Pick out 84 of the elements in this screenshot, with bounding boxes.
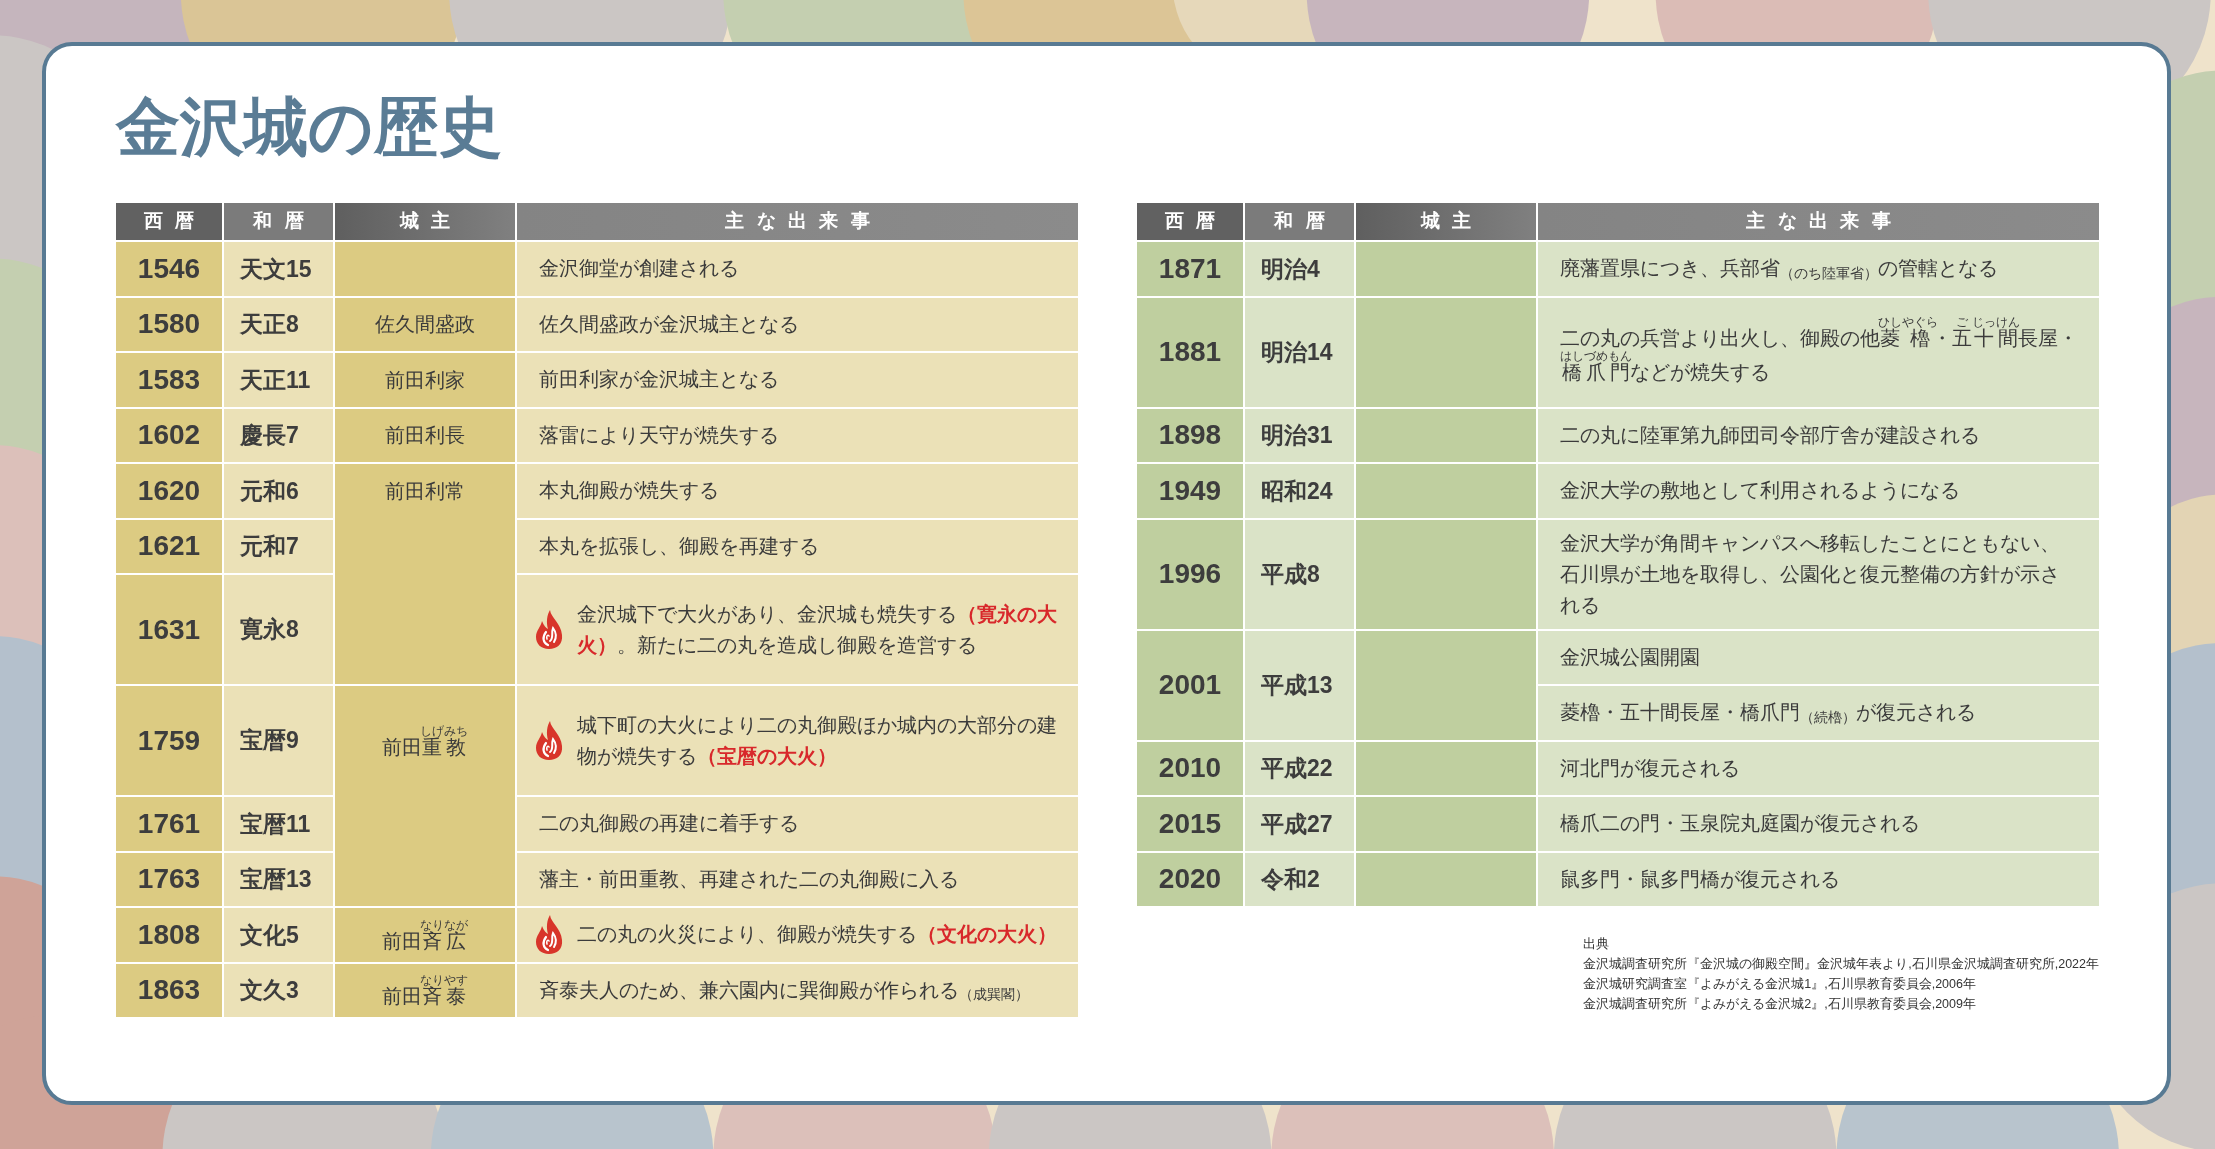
year-cell: 1898 bbox=[1137, 408, 1243, 462]
event-text: 前田利家が金沢城主となる bbox=[539, 367, 780, 393]
castellan-name: 前田斉 なり 泰 やす bbox=[382, 974, 468, 1010]
era-cell: 天文15 bbox=[224, 242, 333, 296]
column-header: 城主 bbox=[1356, 203, 1536, 240]
era-cell: 慶長7 bbox=[224, 408, 333, 462]
era-cell: 明治14 bbox=[1245, 297, 1354, 407]
year-cell: 1546 bbox=[116, 242, 222, 296]
year-cell: 1871 bbox=[1137, 242, 1243, 296]
era-cell: 平成8 bbox=[1245, 519, 1354, 629]
column-header: 和暦 bbox=[224, 203, 333, 240]
column-header: 城主 bbox=[335, 203, 515, 240]
event-text: 金沢大学の敷地として利用されるようになる bbox=[1560, 478, 1961, 504]
column-header: 西暦 bbox=[116, 203, 222, 240]
source-citation: 金沢城調査研究所『よみがえる金沢城2』,石川県教育委員会,2009年 bbox=[1583, 996, 1976, 1013]
event-text: 斉泰夫人のため、兼六園内に巽御殿が作られる$_{（成巽閣）}$ bbox=[539, 977, 1030, 1005]
year-cell: 1761 bbox=[116, 797, 222, 851]
era-cell: 天正8 bbox=[224, 297, 333, 351]
year-cell: 1759 bbox=[116, 686, 222, 795]
event-text: 二の丸に陸軍第九師団司令部庁舎が建設される bbox=[1560, 422, 1981, 448]
event-text: 金沢城下で大火があり、金沢城も焼失する（寛永の大火）。新たに二の丸を造成し御殿を造営する bbox=[577, 601, 1058, 658]
era-cell: 元和6 bbox=[224, 464, 333, 518]
year-cell: 1808 bbox=[116, 908, 222, 962]
era-cell: 宝暦9 bbox=[224, 686, 333, 795]
year-cell: 1621 bbox=[116, 519, 222, 573]
era-cell: 宝暦11 bbox=[224, 797, 333, 851]
era-cell: 寛永8 bbox=[224, 575, 333, 684]
year-cell: 2015 bbox=[1137, 797, 1243, 851]
year-cell: 1580 bbox=[116, 297, 222, 351]
event-text: 二の丸の火災により、御殿が焼失する（文化の大火） bbox=[577, 922, 1058, 948]
event-text: 本丸を拡張し、御殿を再建する bbox=[539, 533, 820, 559]
column-header: 西暦 bbox=[1137, 203, 1243, 240]
event-text: 城下町の大火により二の丸御殿ほか城内の大部分の建物が焼失する（宝暦の大火） bbox=[577, 712, 1058, 769]
year-cell: 2010 bbox=[1137, 741, 1243, 795]
source-citation: 金沢城調査研究所『金沢城の御殿空間』金沢城年表より,石川県金沢城調査研究所,2022年 bbox=[1583, 956, 2099, 973]
year-cell: 1996 bbox=[1137, 519, 1243, 629]
event-text: 河北門が復元される bbox=[1560, 755, 1741, 781]
year-cell: 1631 bbox=[116, 575, 222, 684]
event-text: 鼠多門・鼠多門橋が復元される bbox=[1560, 866, 1841, 892]
event-text: 菱櫓・五十間長屋・橋爪門$_{（続櫓）}$が復元される bbox=[1560, 700, 1977, 727]
event-text: 落雷により天守が焼失する bbox=[539, 422, 780, 448]
year-cell: 2001 bbox=[1137, 630, 1243, 740]
era-cell: 宝暦13 bbox=[224, 852, 333, 906]
event-text: 金沢御堂が創建される bbox=[539, 256, 740, 282]
castellan-name: 前田斉 なり 広 なが bbox=[382, 918, 468, 954]
castellan-name: 佐久間盛政 bbox=[375, 312, 475, 338]
castellan-name: 前田利長 bbox=[385, 423, 465, 449]
era-cell: 元和7 bbox=[224, 519, 333, 573]
event-text: 金沢城公園開園 bbox=[1560, 644, 1701, 670]
castellan-name: 前田重 しげ 教 みち bbox=[382, 724, 468, 760]
era-cell: 昭和24 bbox=[1245, 464, 1354, 518]
event-text: 二の丸御殿の再建に着手する bbox=[539, 811, 800, 837]
castellan-name: 前田利常 bbox=[385, 478, 465, 504]
column-header: 主な出来事 bbox=[517, 203, 1078, 240]
column-header: 主な出来事 bbox=[1538, 203, 2099, 240]
castellan-name: 前田利家 bbox=[385, 367, 465, 393]
era-cell: 文化5 bbox=[224, 908, 333, 962]
column-header: 和暦 bbox=[1245, 203, 1354, 240]
era-cell: 明治4 bbox=[1245, 242, 1354, 296]
source-citation: 金沢城研究調査室『よみがえる金沢城1』,石川県教育委員会,2006年 bbox=[1583, 976, 1976, 993]
event-text: 金沢大学が角間キャンパスへ移転したことにともない、石川県が土地を取得し、公園化と復元整備の方針が示される bbox=[1560, 530, 2061, 618]
event-text: 二の丸の兵営より出火し、御殿の他菱 ひし 櫓 やぐら ・五 ご 十 じっ 間 けん 長屋・ 橋 はし 爪 づめ 門 もん などが焼失する bbox=[1560, 315, 2079, 385]
event-text: 廃藩置県につき、兵部省$_{（のち陸軍省）}$の管轄となる bbox=[1560, 256, 1999, 283]
era-cell: 平成13 bbox=[1245, 630, 1354, 740]
event-text: 本丸御殿が焼失する bbox=[539, 478, 720, 504]
era-cell: 平成22 bbox=[1245, 741, 1354, 795]
year-cell: 1602 bbox=[116, 408, 222, 462]
year-cell: 1863 bbox=[116, 963, 222, 1017]
event-text: 佐久間盛政が金沢城主となる bbox=[539, 311, 800, 337]
year-cell: 1763 bbox=[116, 852, 222, 906]
event-text: 藩主・前田重教、再建された二の丸御殿に入る bbox=[539, 866, 960, 892]
year-cell: 1620 bbox=[116, 464, 222, 518]
era-cell: 令和2 bbox=[1245, 852, 1354, 906]
era-cell: 天正11 bbox=[224, 353, 333, 407]
source-heading: 出典 bbox=[1583, 936, 1610, 953]
year-cell: 1949 bbox=[1137, 464, 1243, 518]
page-title: 金沢城の歴史 bbox=[116, 95, 502, 159]
era-cell: 明治31 bbox=[1245, 408, 1354, 462]
year-cell: 2020 bbox=[1137, 852, 1243, 906]
event-text: 橋爪二の門・玉泉院丸庭園が復元される bbox=[1560, 811, 1921, 837]
year-cell: 1881 bbox=[1137, 297, 1243, 407]
era-cell: 平成27 bbox=[1245, 797, 1354, 851]
era-cell: 文久3 bbox=[224, 963, 333, 1017]
year-cell: 1583 bbox=[116, 353, 222, 407]
